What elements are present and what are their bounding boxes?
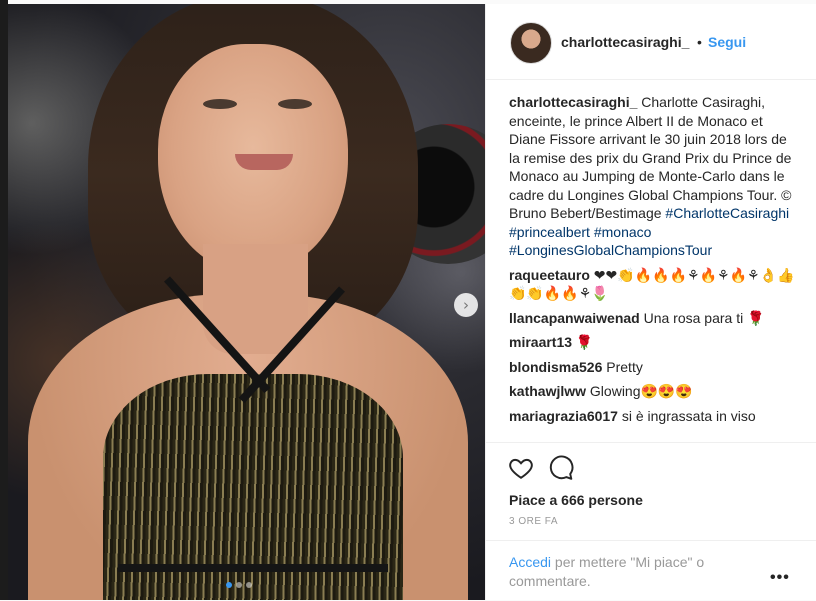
comment-item: raqueetauro ❤❤👏🔥🔥🔥⚘🔥⚘🔥⚘👌👍👏👏🔥🔥⚘🌷 (509, 266, 799, 303)
hashtag-link[interactable]: #LonginesGlobalChampionsTour (509, 242, 712, 258)
more-options-icon[interactable]: ••• (770, 569, 790, 587)
carousel-dot (236, 582, 242, 588)
left-edge-strip (0, 0, 8, 600)
post-actions: Piace a 666 persone 3 ORE FA Accedi per … (486, 442, 816, 601)
avatar[interactable] (510, 22, 552, 64)
comment-username[interactable]: mariagrazia6017 (509, 408, 618, 424)
caption-username[interactable]: charlottecasiraghi_ (509, 94, 637, 110)
comments-list[interactable]: charlottecasiraghi_ Charlotte Casiraghi,… (509, 93, 799, 442)
comment-icon[interactable] (548, 455, 574, 481)
follow-button[interactable]: Segui (708, 34, 746, 50)
comment-username[interactable]: kathawjlww (509, 383, 586, 399)
separator-dot: • (697, 34, 702, 50)
hashtag-link[interactable]: #CharlotteCasiraghi (665, 205, 789, 221)
comment-item: kathawjlww Glowing😍😍😍 (509, 382, 799, 401)
hashtag-link[interactable]: #princealbert (509, 224, 590, 240)
post-caption: charlottecasiraghi_ Charlotte Casiraghi,… (509, 93, 799, 260)
carousel-dots (226, 582, 252, 588)
post-header: charlottecasiraghi_ • Segui (486, 4, 816, 80)
login-to-comment: Accedi per mettere "Mi piace" o commenta… (509, 553, 749, 591)
comment-text: Glowing😍😍😍 (586, 383, 693, 399)
carousel-dot (226, 582, 232, 588)
divider (486, 540, 816, 541)
comment-text: Una rosa para ti 🌹 (639, 309, 765, 326)
comment-username[interactable]: blondisma526 (509, 359, 602, 375)
comment-username[interactable]: raqueetauro (509, 267, 590, 283)
comment-item: mariagrazia6017 si è ingrassata in viso (509, 407, 799, 426)
eye-graphic (203, 99, 237, 109)
post-username[interactable]: charlottecasiraghi_ (561, 34, 689, 50)
comment-item: llancapanwaiwenad Una rosa para ti 🌹 (509, 309, 799, 328)
login-link[interactable]: Accedi (509, 554, 551, 570)
comment-text: si è ingrassata in viso (617, 407, 756, 424)
mouth-graphic (235, 154, 293, 170)
waistband-graphic (118, 564, 388, 572)
comment-text: Pretty (602, 358, 643, 375)
post-side-panel: charlottecasiraghi_ • Segui charlottecas… (485, 4, 816, 600)
eye-graphic (278, 99, 312, 109)
next-photo-icon[interactable]: › (454, 293, 478, 317)
carousel-dot (246, 582, 252, 588)
comment-username[interactable]: llancapanwaiwenad (509, 310, 640, 326)
hashtag-link[interactable]: #monaco (594, 224, 652, 240)
post-timestamp[interactable]: 3 ORE FA (509, 516, 558, 527)
comment-item: blondisma526 Pretty (509, 358, 799, 377)
heart-icon[interactable] (508, 455, 534, 481)
comment-item: miraart13 🌹 (509, 333, 799, 352)
likes-count[interactable]: Piace a 666 persone (509, 492, 643, 508)
comment-text: 🌹 (572, 334, 594, 350)
post-photo[interactable]: › (8, 4, 485, 600)
caption-text: Charlotte Casiraghi, enceinte, le prince… (509, 94, 792, 221)
comment-username[interactable]: miraart13 (509, 334, 572, 350)
